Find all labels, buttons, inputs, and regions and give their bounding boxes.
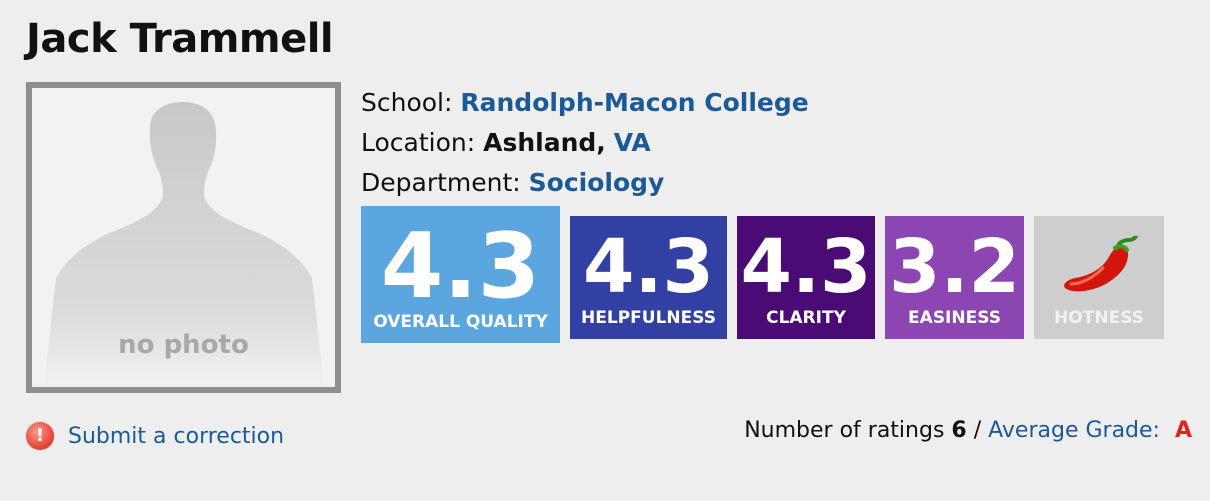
easiness-label: EASINESS [908, 308, 1001, 328]
helpfulness-box: 4.3 HELPFULNESS [570, 216, 727, 339]
no-photo-caption: no photo [118, 330, 249, 360]
clarity-label: CLARITY [766, 308, 846, 328]
overall-quality-score: 4.3 [380, 214, 541, 319]
overall-quality-box: 4.3 OVERALL QUALITY [361, 206, 560, 343]
location-city: Ashland, [483, 128, 606, 157]
department-row: Department: Sociology [361, 168, 664, 197]
alert-icon: ! [26, 422, 54, 450]
num-ratings-value: 6 [951, 418, 967, 443]
overall-quality-label: OVERALL QUALITY [373, 312, 548, 332]
submit-correction-link[interactable]: ! Submit a correction [26, 422, 284, 450]
average-grade-value: A [1174, 418, 1192, 443]
department-link[interactable]: Sociology [529, 168, 665, 197]
submit-correction-label: Submit a correction [68, 423, 285, 449]
profile-photo-placeholder: no photo [26, 82, 341, 393]
easiness-score: 3.2 [888, 224, 1021, 310]
helpfulness-label: HELPFULNESS [581, 308, 716, 328]
school-link[interactable]: Randolph-Macon College [460, 88, 808, 117]
helpfulness-score: 4.3 [582, 224, 715, 310]
chili-pepper-icon [1064, 236, 1138, 292]
clarity-box: 4.3 CLARITY [737, 216, 875, 339]
location-row: Location: Ashland, VA [361, 128, 651, 157]
easiness-box: 3.2 EASINESS [885, 216, 1024, 339]
school-row: School: Randolph-Macon College [361, 88, 809, 117]
stats-separator: / [973, 418, 982, 443]
professor-name: Jack Trammell [26, 16, 334, 62]
hotness-box: HOTNESS [1034, 216, 1164, 339]
clarity-score: 4.3 [740, 224, 872, 310]
school-label: School: [361, 88, 453, 117]
location-state-link[interactable]: VA [614, 128, 651, 157]
num-ratings-label: Number of ratings [744, 418, 945, 443]
rating-stats: Number of ratings 6 / Average Grade: A [744, 418, 1192, 443]
location-label: Location: [361, 128, 476, 157]
department-label: Department: [361, 168, 521, 197]
hotness-label: HOTNESS [1054, 308, 1144, 328]
average-grade-label[interactable]: Average Grade: [988, 418, 1160, 443]
